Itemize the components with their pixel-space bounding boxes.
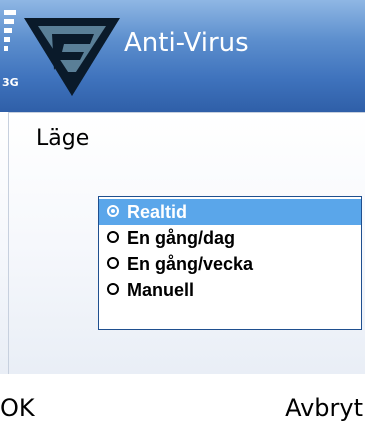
mode-options-popup: Realtid En gång/dag En gång/vecka Manuel…	[98, 196, 362, 330]
option-en-gang-vecka[interactable]: En gång/vecka	[99, 251, 361, 277]
option-realtid[interactable]: Realtid	[99, 199, 361, 225]
option-label: Realtid	[127, 201, 188, 222]
option-label: En gång/dag	[127, 227, 235, 248]
option-en-gang-dag[interactable]: En gång/dag	[99, 225, 361, 251]
app-title: Anti-Virus	[124, 28, 249, 58]
network-indicator: 3G	[2, 76, 19, 89]
signal-strength-icon	[4, 10, 16, 55]
ok-softkey[interactable]: OK	[0, 394, 35, 422]
f-secure-logo-icon	[24, 18, 120, 96]
radio-unselected-icon	[107, 257, 119, 269]
mode-label: Läge	[36, 126, 90, 151]
option-label: Manuell	[127, 279, 195, 300]
cancel-softkey[interactable]: Avbryt	[285, 394, 363, 422]
option-manuell[interactable]: Manuell	[99, 277, 361, 303]
option-label: En gång/vecka	[127, 253, 254, 274]
radio-unselected-icon	[107, 283, 119, 295]
app-header: 3G Anti-Virus	[0, 0, 365, 112]
softkey-bar: OK Avbryt	[0, 374, 365, 431]
radio-unselected-icon	[107, 231, 119, 243]
radio-selected-icon	[107, 205, 119, 217]
